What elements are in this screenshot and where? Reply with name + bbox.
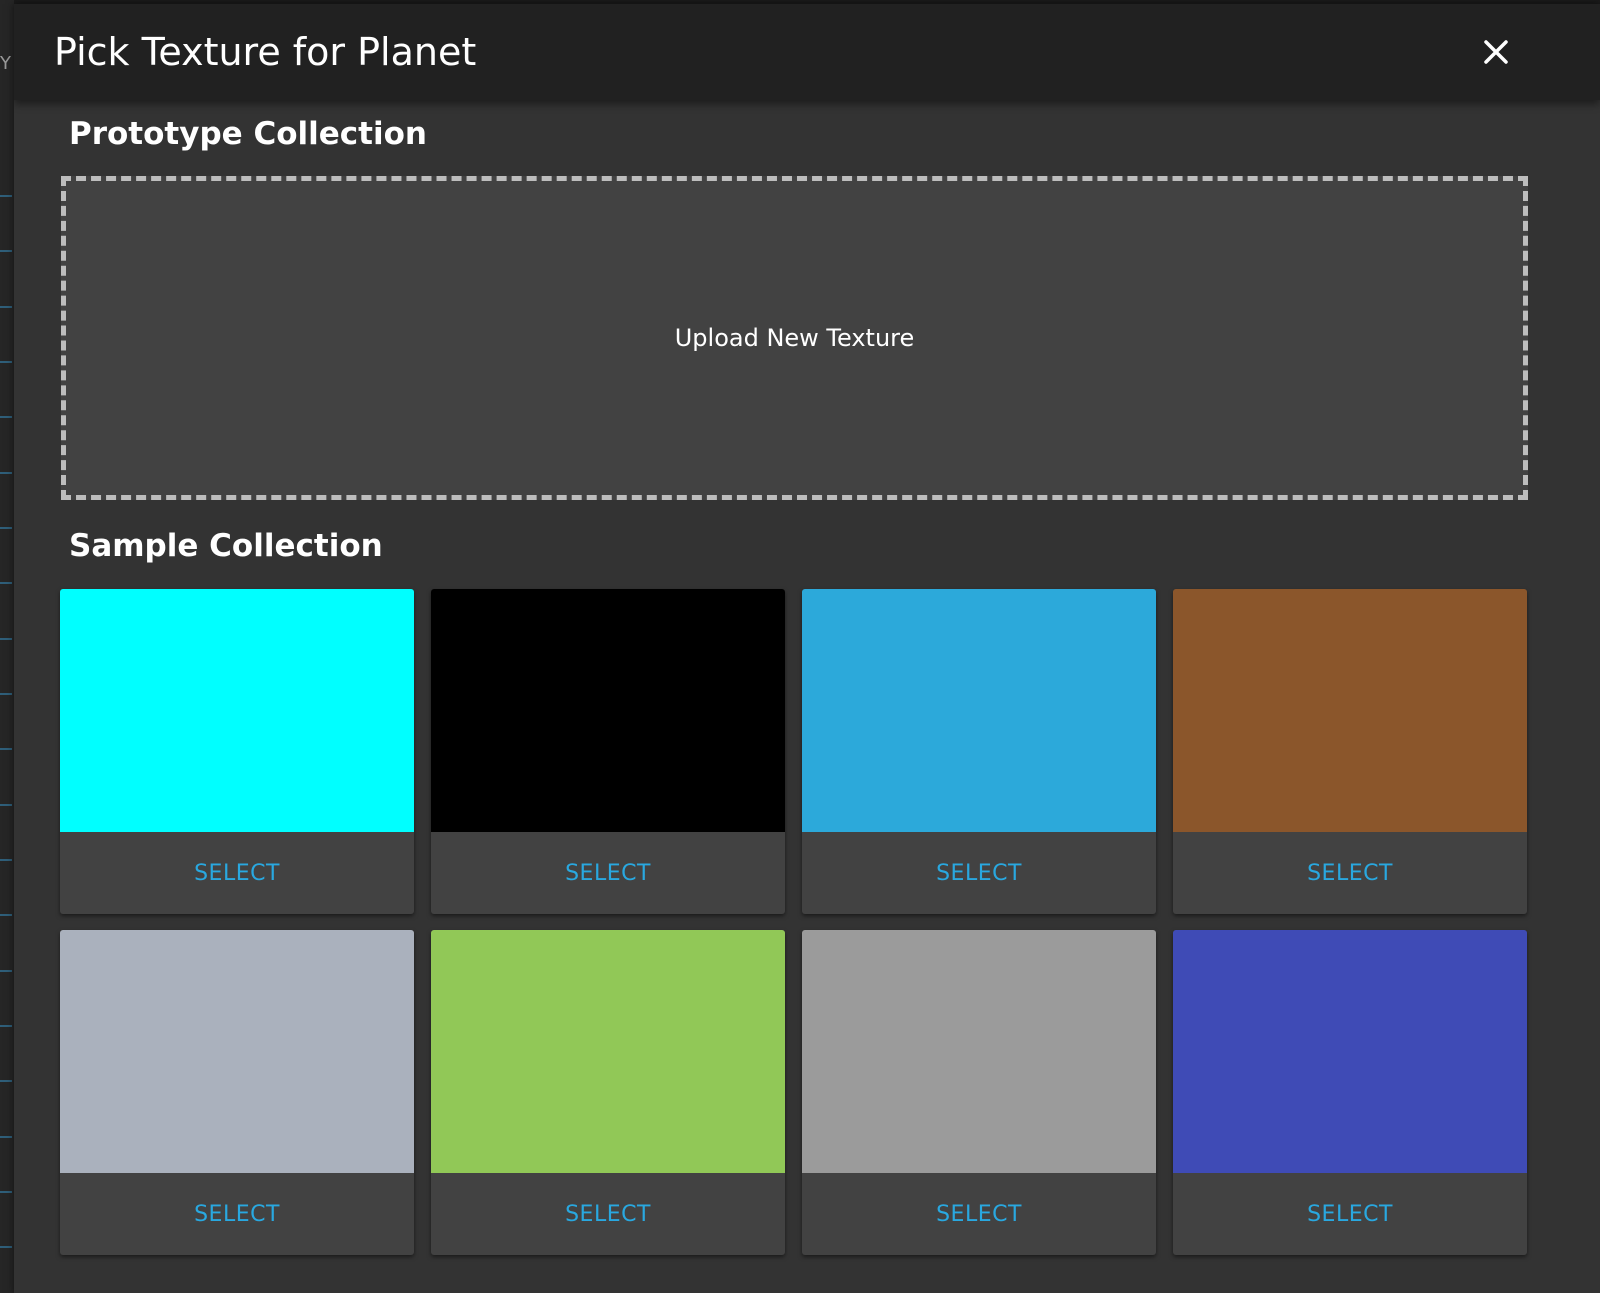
background-divider xyxy=(0,527,12,529)
select-button[interactable]: SELECT xyxy=(60,1173,414,1255)
background-divider xyxy=(0,472,12,474)
background-panel-edge: Y xyxy=(0,0,14,1293)
texture-swatch[interactable] xyxy=(431,930,785,1173)
texture-swatch[interactable] xyxy=(1173,930,1527,1173)
background-divider xyxy=(0,1246,12,1248)
background-divider xyxy=(0,859,12,861)
select-button[interactable]: SELECT xyxy=(1173,832,1527,914)
texture-swatch[interactable] xyxy=(60,930,414,1173)
texture-card: SELECT xyxy=(431,930,785,1255)
upload-texture-label: Upload New Texture xyxy=(674,324,915,352)
background-divider xyxy=(0,1080,12,1082)
background-divider xyxy=(0,693,12,695)
background-divider xyxy=(0,914,12,916)
texture-card: SELECT xyxy=(802,930,1156,1255)
background-divider xyxy=(0,748,12,750)
dialog-title: Pick Texture for Planet xyxy=(54,30,477,74)
texture-swatch[interactable] xyxy=(802,930,1156,1173)
select-button[interactable]: SELECT xyxy=(802,832,1156,914)
background-divider xyxy=(0,1191,12,1193)
texture-swatch[interactable] xyxy=(1173,589,1527,832)
texture-card: SELECT xyxy=(431,589,785,914)
texture-card: SELECT xyxy=(1173,930,1527,1255)
background-divider xyxy=(0,582,12,584)
background-divider xyxy=(0,1136,12,1138)
select-button[interactable]: SELECT xyxy=(60,832,414,914)
background-divider xyxy=(0,970,12,972)
background-partial-label: Y xyxy=(0,53,11,74)
select-button[interactable]: SELECT xyxy=(1173,1173,1527,1255)
texture-card: SELECT xyxy=(802,589,1156,914)
select-button[interactable]: SELECT xyxy=(431,832,785,914)
texture-card: SELECT xyxy=(60,589,414,914)
texture-swatch[interactable] xyxy=(431,589,785,832)
sample-collection-title: Sample Collection xyxy=(69,528,383,564)
background-divider xyxy=(0,804,12,806)
texture-swatch[interactable] xyxy=(60,589,414,832)
close-icon xyxy=(1476,32,1516,72)
close-button[interactable] xyxy=(1476,32,1516,72)
background-divider xyxy=(0,195,12,197)
dialog-header: Pick Texture for Planet xyxy=(14,4,1600,100)
select-button[interactable]: SELECT xyxy=(431,1173,785,1255)
background-divider xyxy=(0,638,12,640)
select-button[interactable]: SELECT xyxy=(802,1173,1156,1255)
background-divider xyxy=(0,416,12,418)
texture-picker-dialog: Pick Texture for Planet Prototype Collec… xyxy=(14,4,1600,1293)
texture-card: SELECT xyxy=(60,930,414,1255)
prototype-collection-title: Prototype Collection xyxy=(69,116,427,152)
background-divider xyxy=(0,361,12,363)
texture-card: SELECT xyxy=(1173,589,1527,914)
background-divider xyxy=(0,306,12,308)
background-divider xyxy=(0,250,12,252)
upload-texture-dropzone[interactable]: Upload New Texture xyxy=(61,176,1528,500)
background-divider xyxy=(0,1025,12,1027)
texture-swatch[interactable] xyxy=(802,589,1156,832)
